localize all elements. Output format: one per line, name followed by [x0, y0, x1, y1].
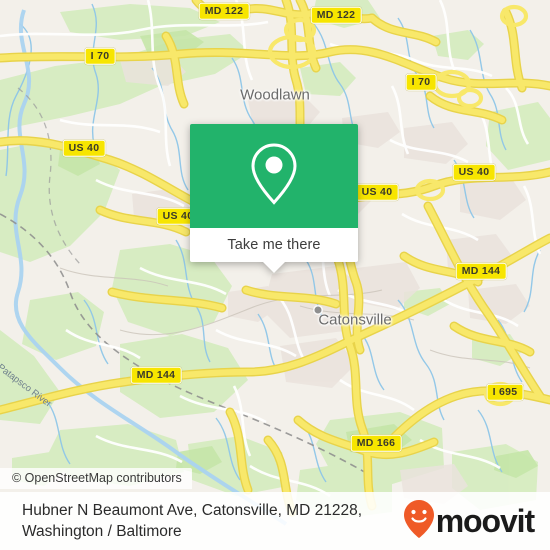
place-label-woodlawn: Woodlawn	[240, 86, 310, 104]
road-shield-us-40: US 40	[355, 183, 399, 201]
footer-bar: Hubner N Beaumont Ave, Catonsville, MD 2…	[0, 492, 550, 550]
take-me-there-label: Take me there	[227, 237, 321, 253]
address-line-2: Washington / Baltimore	[22, 523, 182, 540]
road-shield-i-70: I 70	[405, 73, 437, 91]
road-shield-us-40: US 40	[452, 163, 496, 181]
place-label-catonsville: Catonsville	[318, 311, 392, 329]
location-callout-card[interactable]: Take me there	[190, 124, 358, 273]
osm-attribution[interactable]: © OpenStreetMap contributors	[0, 468, 192, 489]
road-shield-md-166: MD 166	[350, 434, 402, 452]
moovit-smiley-pin-icon	[403, 499, 435, 544]
moovit-wordmark: moovit	[435, 503, 535, 539]
address-line-1: Hubner N Beaumont Ave, Catonsville, MD 2…	[22, 502, 363, 519]
road-shield-md-122: MD 122	[310, 6, 362, 24]
take-me-there-button[interactable]: Take me there	[190, 228, 358, 273]
road-shield-i-695: I 695	[486, 383, 524, 401]
callout-tail	[263, 262, 285, 273]
card-icon-area	[190, 124, 358, 228]
map-screenshot: Woodlawn Catonsville Patapsco River MD 1…	[0, 0, 550, 550]
moovit-logo[interactable]: moovit	[403, 499, 535, 544]
map-pin-icon	[247, 141, 301, 212]
road-shield-i-70: I 70	[84, 47, 116, 65]
road-shield-md-144: MD 144	[455, 262, 507, 280]
road-shield-md-144: MD 144	[130, 366, 182, 384]
address-block: Hubner N Beaumont Ave, Catonsville, MD 2…	[22, 500, 403, 542]
road-shield-us-40: US 40	[62, 139, 106, 157]
road-shield-md-122: MD 122	[198, 2, 250, 20]
